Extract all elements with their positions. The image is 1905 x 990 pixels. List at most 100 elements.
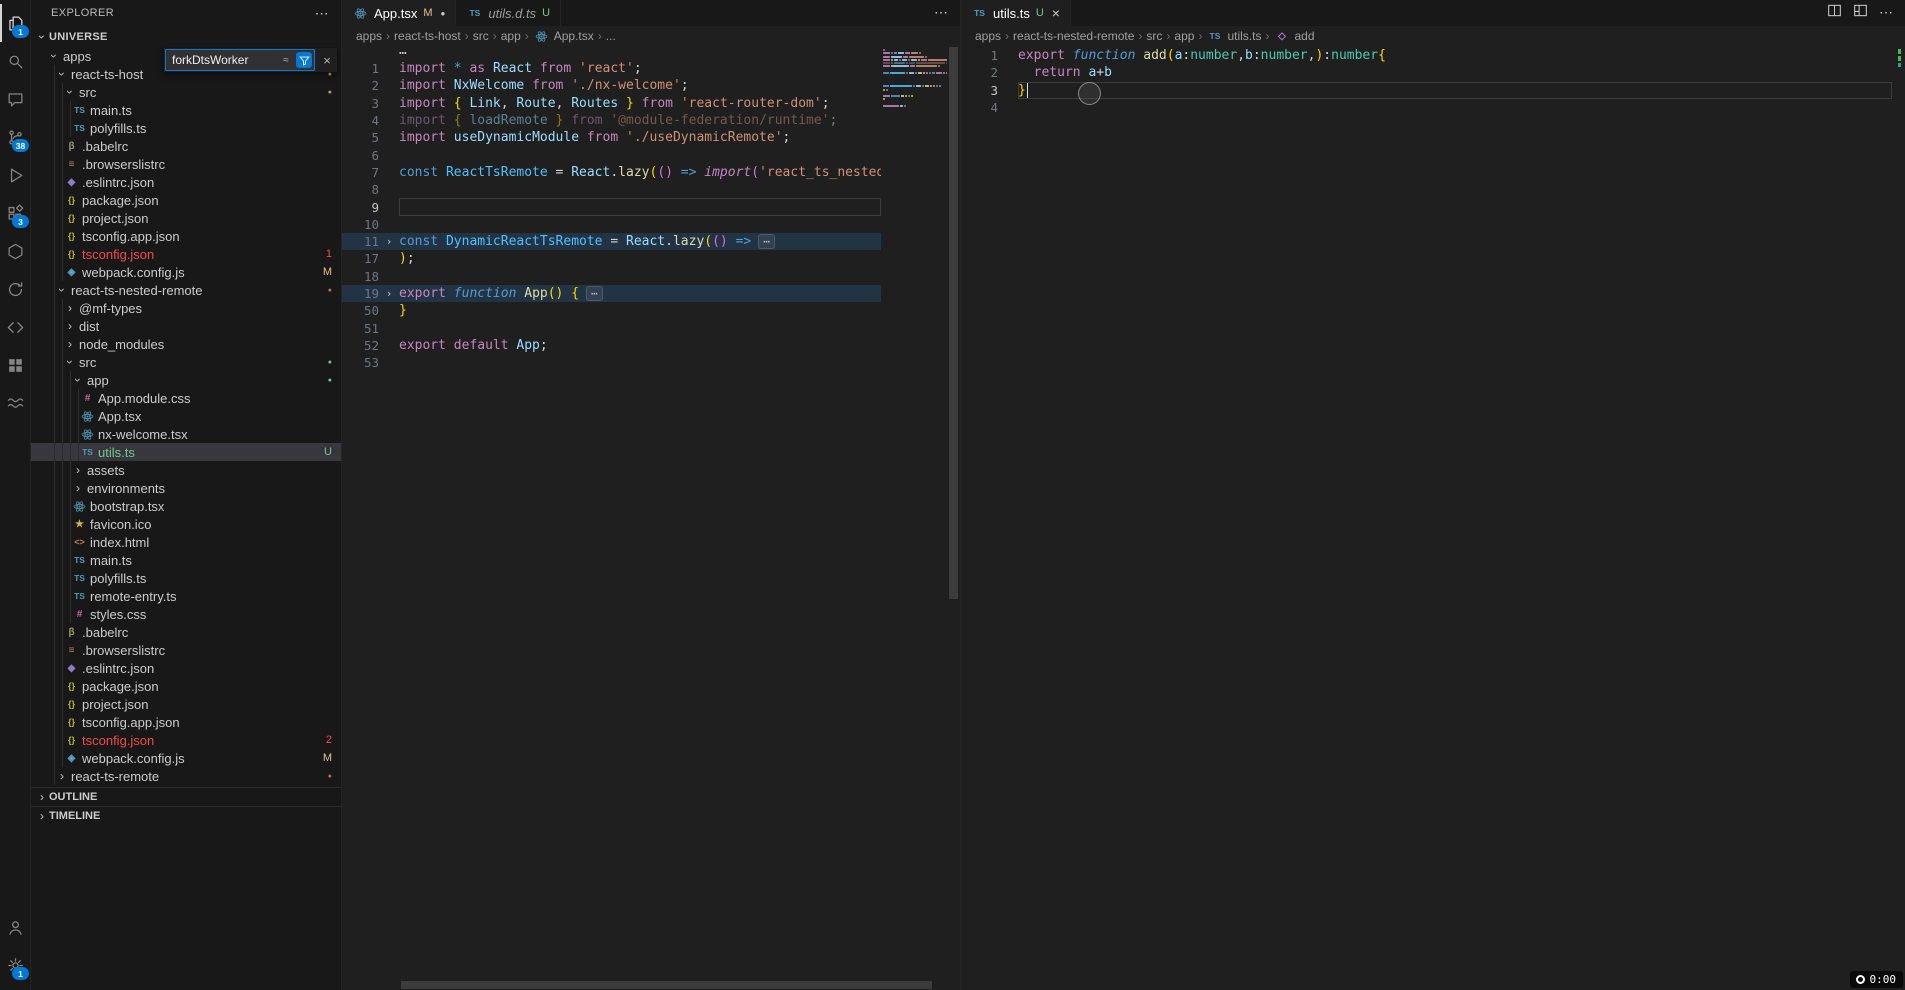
code-line-1[interactable]: 1export function add(a:number,b:number,)… bbox=[961, 47, 1892, 64]
tree-folder-environments[interactable]: ›environments bbox=[31, 479, 341, 497]
code-line-2[interactable]: 2 return a+b bbox=[961, 64, 1892, 81]
minimap[interactable] bbox=[881, 46, 947, 990]
breadcrumb-item-apps[interactable]: apps bbox=[975, 29, 1001, 43]
code-line-9[interactable]: 9 bbox=[342, 198, 881, 215]
workspace-section-header[interactable]: › UNIVERSE bbox=[31, 26, 341, 47]
tree-file-.eslintrc.json[interactable]: ◆.eslintrc.json bbox=[31, 659, 341, 677]
tree-folder-src[interactable]: ›src● bbox=[31, 353, 341, 371]
explorer-more-actions-icon[interactable]: ⋯ bbox=[315, 8, 329, 18]
tree-file-package.json[interactable]: {}package.json bbox=[31, 677, 341, 695]
code-line[interactable]: ⋯ bbox=[342, 47, 881, 60]
references-icon[interactable] bbox=[0, 308, 30, 346]
tree-file-main.ts[interactable]: TSmain.ts bbox=[31, 551, 341, 569]
tree-file-tsconfig.json[interactable]: {}tsconfig.json2 bbox=[31, 731, 341, 749]
tree-file-styles.css[interactable]: #styles.css bbox=[31, 605, 341, 623]
run-debug-icon[interactable] bbox=[0, 156, 30, 194]
code-line-3[interactable]: 3import { Link, Route, Routes } from 're… bbox=[342, 95, 881, 112]
explorer-icon[interactable]: 1 bbox=[0, 4, 30, 42]
tree-file-tsconfig.app.json[interactable]: {}tsconfig.app.json bbox=[31, 713, 341, 731]
tree-file-bootstrap.tsx[interactable]: bootstrap.tsx bbox=[31, 497, 341, 515]
tree-file-webpack.config.js[interactable]: ◈webpack.config.jsM bbox=[31, 263, 341, 281]
tree-file-App.module.css[interactable]: #App.module.css bbox=[31, 389, 341, 407]
code-line-19[interactable]: 19›export function App() {⋯ bbox=[342, 285, 881, 302]
code-line-5[interactable]: 5import useDynamicModule from './useDyna… bbox=[342, 129, 881, 146]
tree-file-.babelrc[interactable]: β.babelrc bbox=[31, 623, 341, 641]
tree-file-.browserslistrc[interactable]: ≡.browserslistrc bbox=[31, 155, 341, 173]
breadcrumb-item-App.tsx[interactable]: App.tsx bbox=[533, 29, 594, 43]
code-area-left[interactable]: ⋯1import * as React from 'react';2import… bbox=[342, 46, 960, 990]
breadcrumb-item-apps[interactable]: apps bbox=[356, 29, 382, 43]
dirty-indicator-icon[interactable]: ● bbox=[441, 9, 446, 18]
more-actions-icon[interactable]: ⋯ bbox=[934, 4, 948, 22]
tree-file-utils.ts[interactable]: TSutils.tsU bbox=[31, 443, 341, 461]
code-line-7[interactable]: 7const ReactTsRemote = React.lazy(() => … bbox=[342, 164, 881, 181]
breadcrumb-item-react-ts-nested-remote[interactable]: react-ts-nested-remote bbox=[1013, 29, 1134, 43]
fold-chevron-icon[interactable]: › bbox=[379, 287, 399, 300]
tree-file-project.json[interactable]: {}project.json bbox=[31, 695, 341, 713]
tree-file-tsconfig.app.json[interactable]: {}tsconfig.app.json bbox=[31, 227, 341, 245]
code-line-11[interactable]: 11›const DynamicReactTsRemote = React.la… bbox=[342, 233, 881, 250]
nx-console-icon[interactable] bbox=[0, 232, 30, 270]
outline-section-header[interactable]: › OUTLINE bbox=[31, 787, 341, 806]
search-icon[interactable] bbox=[0, 42, 30, 80]
breadcrumb-item-app[interactable]: app bbox=[1174, 29, 1194, 43]
horizontal-scrollbar[interactable] bbox=[401, 981, 932, 989]
tree-file-index.html[interactable]: <>index.html bbox=[31, 533, 341, 551]
code-line-52[interactable]: 52export default App; bbox=[342, 337, 881, 354]
tree-folder-@mf-types[interactable]: ›@mf-types bbox=[31, 299, 341, 317]
code-line-53[interactable]: 53 bbox=[342, 354, 881, 371]
tree-file-.browserslistrc[interactable]: ≡.browserslistrc bbox=[31, 641, 341, 659]
scrollbar-thumb[interactable] bbox=[949, 47, 958, 599]
filter-icon[interactable] bbox=[296, 52, 312, 68]
breadcrumb-item-src[interactable]: src bbox=[473, 29, 489, 43]
tree-file-project.json[interactable]: {}project.json bbox=[31, 209, 341, 227]
remote-explorer-icon[interactable] bbox=[0, 270, 30, 308]
tree-folder-assets[interactable]: ›assets bbox=[31, 461, 341, 479]
breadcrumb-item-add[interactable]: ◇add bbox=[1273, 29, 1314, 43]
tree-file-package.json[interactable]: {}package.json bbox=[31, 191, 341, 209]
code-line-51[interactable]: 51 bbox=[342, 319, 881, 336]
code-line-4[interactable]: 4import { loadRemote } from '@module-fed… bbox=[342, 112, 881, 129]
folded-code-ellipsis[interactable]: ⋯ bbox=[586, 286, 603, 301]
custom-grid-view-icon[interactable] bbox=[0, 346, 30, 384]
breadcrumb-item-utils.ts[interactable]: TSutils.ts bbox=[1206, 29, 1261, 43]
tab-App.tsx[interactable]: App.tsxM● bbox=[342, 0, 456, 26]
tree-file-webpack.config.js[interactable]: ◈webpack.config.jsM bbox=[31, 749, 341, 767]
tree-file-main.ts[interactable]: TSmain.ts bbox=[31, 101, 341, 119]
tree-file-nx-welcome.tsx[interactable]: nx-welcome.tsx bbox=[31, 425, 341, 443]
tree-file-polyfills.ts[interactable]: TSpolyfills.ts bbox=[31, 119, 341, 137]
tree-file-.babelrc[interactable]: β.babelrc bbox=[31, 137, 341, 155]
code-line-6[interactable]: 6 bbox=[342, 146, 881, 163]
code-line-18[interactable]: 18 bbox=[342, 268, 881, 285]
tab-utils.ts[interactable]: TSutils.tsU× bbox=[961, 0, 1071, 26]
code-line-1[interactable]: 1import * as React from 'react'; bbox=[342, 60, 881, 77]
tree-file-remote-entry.ts[interactable]: TSremote-entry.ts bbox=[31, 587, 341, 605]
close-tab-icon[interactable]: × bbox=[1052, 7, 1060, 19]
settings-icon[interactable]: 1 bbox=[0, 946, 30, 984]
tree-folder-react-ts-nested-remote[interactable]: ›react-ts-nested-remote● bbox=[31, 281, 341, 299]
code-line-10[interactable]: 10 bbox=[342, 216, 881, 233]
tree-file-polyfills.ts[interactable]: TSpolyfills.ts bbox=[31, 569, 341, 587]
tree-file-favicon.ico[interactable]: ★favicon.ico bbox=[31, 515, 341, 533]
tree-folder-react-ts-remote[interactable]: ›react-ts-remote● bbox=[31, 767, 341, 785]
split-editor-icon[interactable] bbox=[1827, 3, 1842, 23]
tree-file-App.tsx[interactable]: App.tsx bbox=[31, 407, 341, 425]
waves-view-icon[interactable] bbox=[0, 384, 30, 422]
fuzzy-match-icon[interactable]: ≈ bbox=[278, 52, 294, 68]
tree-folder-app[interactable]: ›app● bbox=[31, 371, 341, 389]
close-find-icon[interactable]: × bbox=[318, 51, 336, 69]
vertical-scrollbar[interactable] bbox=[947, 46, 960, 990]
tree-find-input[interactable]: forkDtsWorker ≈ bbox=[165, 49, 315, 71]
source-control-icon[interactable]: 38 bbox=[0, 118, 30, 156]
folded-code-ellipsis[interactable]: ⋯ bbox=[758, 234, 775, 249]
accounts-icon[interactable] bbox=[0, 908, 30, 946]
code-line-3[interactable]: 3} bbox=[961, 82, 1892, 99]
timeline-section-header[interactable]: › TIMELINE bbox=[31, 806, 341, 825]
extensions-icon[interactable]: 3 bbox=[0, 194, 30, 232]
code-line-2[interactable]: 2import NxWelcome from './nx-welcome'; bbox=[342, 77, 881, 94]
breadcrumb-item-react-ts-host[interactable]: react-ts-host bbox=[394, 29, 461, 43]
customize-layout-icon[interactable] bbox=[1853, 3, 1868, 23]
breadcrumb-item-...[interactable]: ... bbox=[606, 29, 616, 43]
breadcrumb-item-src[interactable]: src bbox=[1146, 29, 1162, 43]
tree-file-tsconfig.json[interactable]: {}tsconfig.json1 bbox=[31, 245, 341, 263]
